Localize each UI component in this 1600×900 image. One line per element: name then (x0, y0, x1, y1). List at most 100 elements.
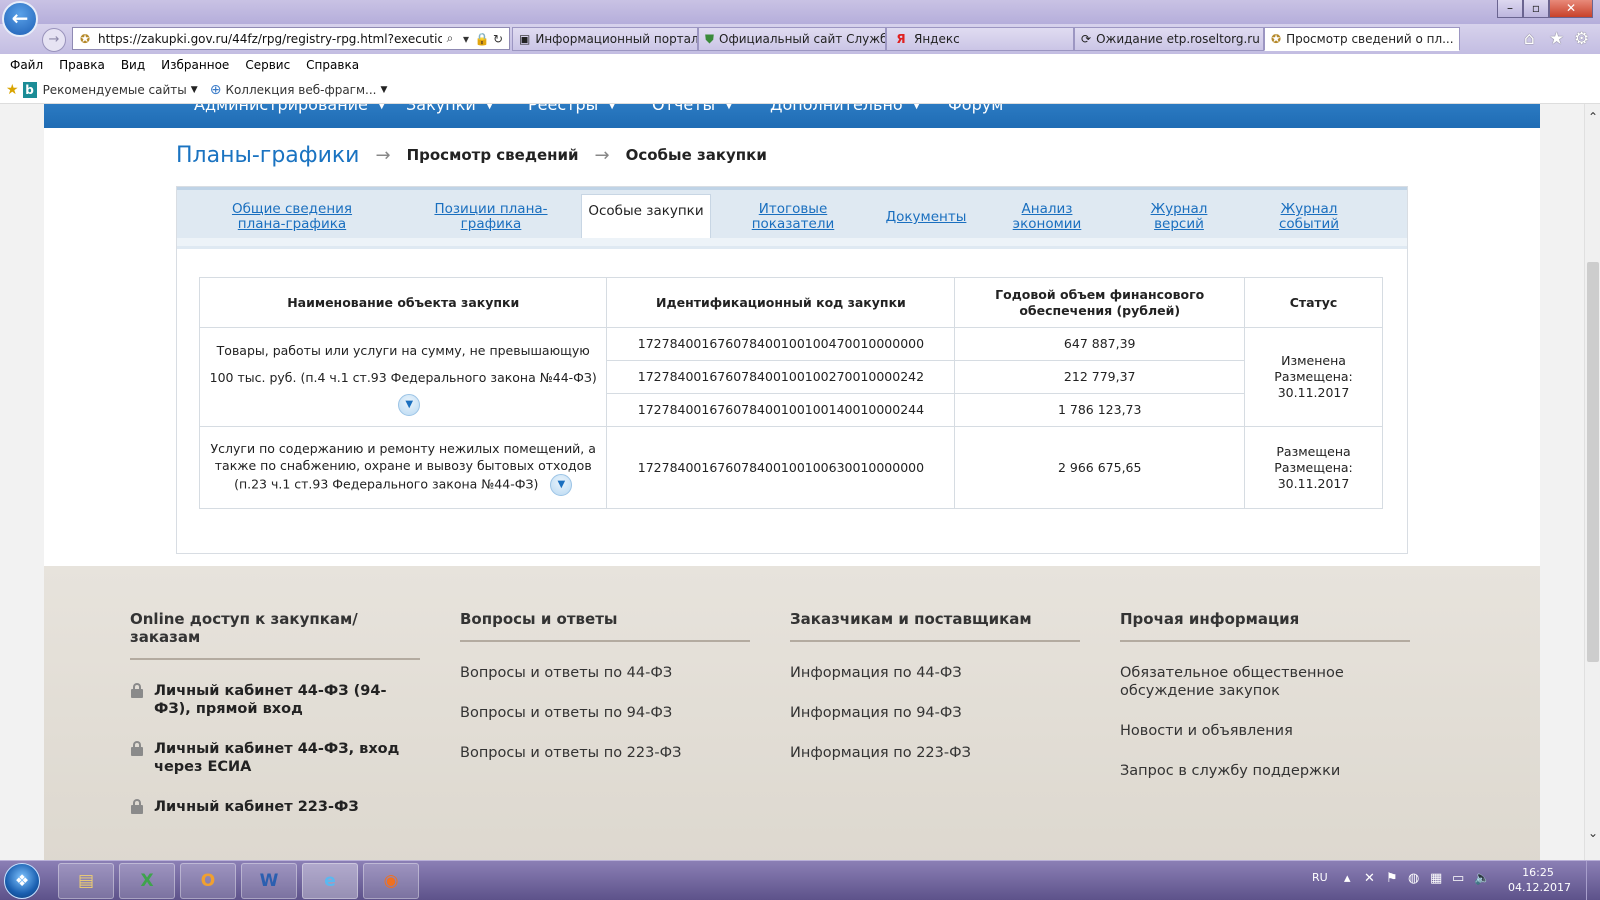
footer-link[interactable]: Новости и объявления (1120, 722, 1410, 740)
close-window-button[interactable]: ✕ (1549, 0, 1593, 18)
browser-tab-roseltorg[interactable]: ⟳ Ожидание etp.roseltorg.ru (1074, 27, 1264, 51)
tray-expand-icon[interactable]: ▴ (1344, 871, 1351, 886)
explorer-app-icon[interactable]: ▤ (58, 863, 114, 899)
gear-icon[interactable]: ⚙ (1574, 29, 1589, 49)
special-purchases-table: Наименование объекта закупки Идентификац… (198, 277, 1383, 509)
arrow-right-icon: → (375, 144, 391, 166)
tray-device-icon[interactable]: ▦ (1430, 871, 1442, 886)
purchase-object-name: Товары, работы или услуги на сумму, не п… (198, 327, 608, 427)
menu-edit[interactable]: Правка (59, 58, 105, 72)
status-cell: Размещена Размещена: 30.11.2017 (1244, 426, 1383, 509)
tab-documents[interactable]: Документы (881, 210, 971, 225)
maximize-button[interactable]: ▫ (1523, 0, 1549, 18)
tray-status-icon[interactable]: ◍ (1408, 871, 1419, 886)
caret-down-icon: ▼ (725, 104, 733, 111)
chevron-down-icon[interactable]: ▼ (381, 85, 388, 95)
scroll-down-icon[interactable]: ⌄ (1585, 826, 1600, 840)
tab-plan-positions[interactable]: Позиции плана-графика (431, 202, 551, 232)
footer-link-cabinet-223[interactable]: Личный кабинет 223-ФЗ (130, 798, 420, 816)
tab-special-purchases[interactable]: Особые закупки (581, 194, 711, 238)
footer-link[interactable]: Вопросы и ответы по 44-ФЗ (460, 664, 750, 682)
system-clock[interactable]: 16:25 04.12.2017 (1508, 865, 1571, 895)
address-bar[interactable]: ✪ https://zakupki.gov.ru/44fz/rpg/regist… (72, 27, 510, 50)
expand-chevron-icon[interactable]: ▼ (398, 394, 421, 416)
favorites-add-icon[interactable]: ★ (6, 82, 19, 98)
footer-link[interactable]: Информация по 94-ФЗ (790, 704, 1080, 722)
tab-savings-analysis[interactable]: Анализ экономии (1007, 202, 1087, 232)
tab-event-log[interactable]: Журнал событий (1269, 202, 1349, 232)
excel-app-icon[interactable]: X (119, 863, 175, 899)
lock-icon[interactable]: 🔒 (474, 32, 490, 46)
footer-link-cabinet-44[interactable]: Личный кабинет 44-ФЗ (94-ФЗ), прямой вхо… (130, 682, 420, 718)
internet-explorer-app-icon[interactable]: e (302, 863, 358, 899)
language-indicator[interactable]: RU (1312, 871, 1328, 884)
favorites-star-icon[interactable]: ★ (1549, 29, 1564, 49)
footer-link-cabinet-esia[interactable]: Личный кабинет 44-ФЗ, вход через ЕСИА (130, 740, 420, 776)
menu-help[interactable]: Справка (306, 58, 359, 72)
outlook-app-icon[interactable]: O (180, 863, 236, 899)
footer-link[interactable]: Информация по 223-ФЗ (790, 744, 1080, 762)
breadcrumb-current: Особые закупки (625, 146, 767, 164)
browser-tab-service[interactable]: ⛊ Официальный сайт Службы... (698, 27, 886, 51)
nav-forum[interactable]: Форум (948, 104, 1003, 114)
browser-tab-active[interactable]: ✪ Просмотр сведений о пл... ✕ (1264, 27, 1460, 51)
tray-app-icon[interactable]: ✕ (1364, 871, 1375, 886)
status-label: Изменена (1281, 353, 1346, 368)
tab-general-info[interactable]: Общие сведения плана-графика (207, 202, 377, 232)
tab-version-log[interactable]: Журнал версий (1139, 202, 1219, 232)
refresh-icon[interactable]: ↻ (490, 32, 506, 46)
scrollbar-thumb[interactable] (1587, 262, 1599, 662)
dropdown-icon[interactable]: ▾ (458, 32, 474, 46)
clock-date: 04.12.2017 (1508, 881, 1571, 894)
status-placed-label: Размещена: (1274, 369, 1353, 384)
start-button[interactable]: ❖ (4, 863, 40, 899)
menu-tools[interactable]: Сервис (245, 58, 290, 72)
vertical-scrollbar[interactable]: ⌃ ⌄ (1584, 104, 1600, 860)
lock-icon (130, 799, 144, 815)
annual-amount: 212 779,37 (954, 360, 1246, 394)
menu-view[interactable]: Вид (121, 58, 145, 72)
network-icon[interactable]: ▭ (1452, 871, 1464, 886)
clock-time: 16:25 (1522, 866, 1554, 879)
browser-tab-portal[interactable]: ▣ Информационный портал С... (512, 27, 698, 51)
nav-administration[interactable]: Администрирование ▼ (194, 104, 386, 114)
home-icon[interactable]: ⌂ (1524, 29, 1535, 49)
flag-icon[interactable]: ⚑ (1386, 871, 1398, 886)
purchase-id-code: 172784001676078400100100270010000242 (606, 360, 956, 394)
address-text[interactable]: https://zakupki.gov.ru/44fz/rpg/registry… (98, 32, 442, 46)
footer-link[interactable]: Запрос в службу поддержки (1120, 762, 1410, 780)
menu-file[interactable]: Файл (10, 58, 43, 72)
scroll-up-icon[interactable]: ⌃ (1585, 110, 1600, 124)
page-content: Администрирование ▼ Закупки ▼ Реестры ▼ Отч… (44, 104, 1540, 860)
close-tab-icon[interactable]: ✕ (1454, 32, 1459, 47)
word-app-icon[interactable]: W (241, 863, 297, 899)
web-slice-gallery-link[interactable]: Коллекция веб-фрагм... (225, 83, 376, 97)
search-icon[interactable]: ⌕ (442, 31, 458, 46)
column-header: Наименование объекта закупки (198, 277, 608, 328)
forward-button[interactable]: → (42, 28, 66, 52)
nav-reports[interactable]: Отчеты ▼ (652, 104, 733, 114)
nav-registries[interactable]: Реестры ▼ (528, 104, 616, 114)
browser-tab-yandex[interactable]: Я Яндекс (886, 27, 1074, 51)
annual-amount: 647 887,39 (954, 327, 1246, 361)
nav-additional[interactable]: Дополнительно ▼ (770, 104, 920, 114)
nav-purchases[interactable]: Закупки ▼ (406, 104, 493, 114)
volume-icon[interactable]: 🔈 (1474, 871, 1490, 886)
breadcrumb-plans-link[interactable]: Планы-графики (176, 143, 359, 168)
footer-link[interactable]: Информация по 44-ФЗ (790, 664, 1080, 682)
tab-totals[interactable]: Итоговые показатели (743, 202, 843, 232)
recommended-sites-link[interactable]: Рекомендуемые сайты (43, 83, 187, 97)
minimize-button[interactable]: – (1497, 0, 1523, 18)
table-row: Услуги по содержанию и ремонту нежилых п… (198, 426, 1383, 509)
footer-link[interactable]: Вопросы и ответы по 223-ФЗ (460, 744, 750, 762)
firefox-app-icon[interactable]: ◉ (363, 863, 419, 899)
chevron-down-icon[interactable]: ▼ (191, 85, 198, 95)
footer-link[interactable]: Вопросы и ответы по 94-ФЗ (460, 704, 750, 722)
footer-link[interactable]: Обязательное общественное обсуждение зак… (1120, 664, 1410, 700)
expand-chevron-icon[interactable]: ▼ (550, 473, 573, 496)
show-desktop-button[interactable] (1586, 861, 1600, 900)
breadcrumb-view: Просмотр сведений (406, 146, 579, 164)
menu-favorites[interactable]: Избранное (161, 58, 229, 72)
back-button[interactable]: ← (2, 1, 38, 37)
footer-column-qa: Вопросы и ответы Вопросы и ответы по 44-… (460, 610, 750, 762)
